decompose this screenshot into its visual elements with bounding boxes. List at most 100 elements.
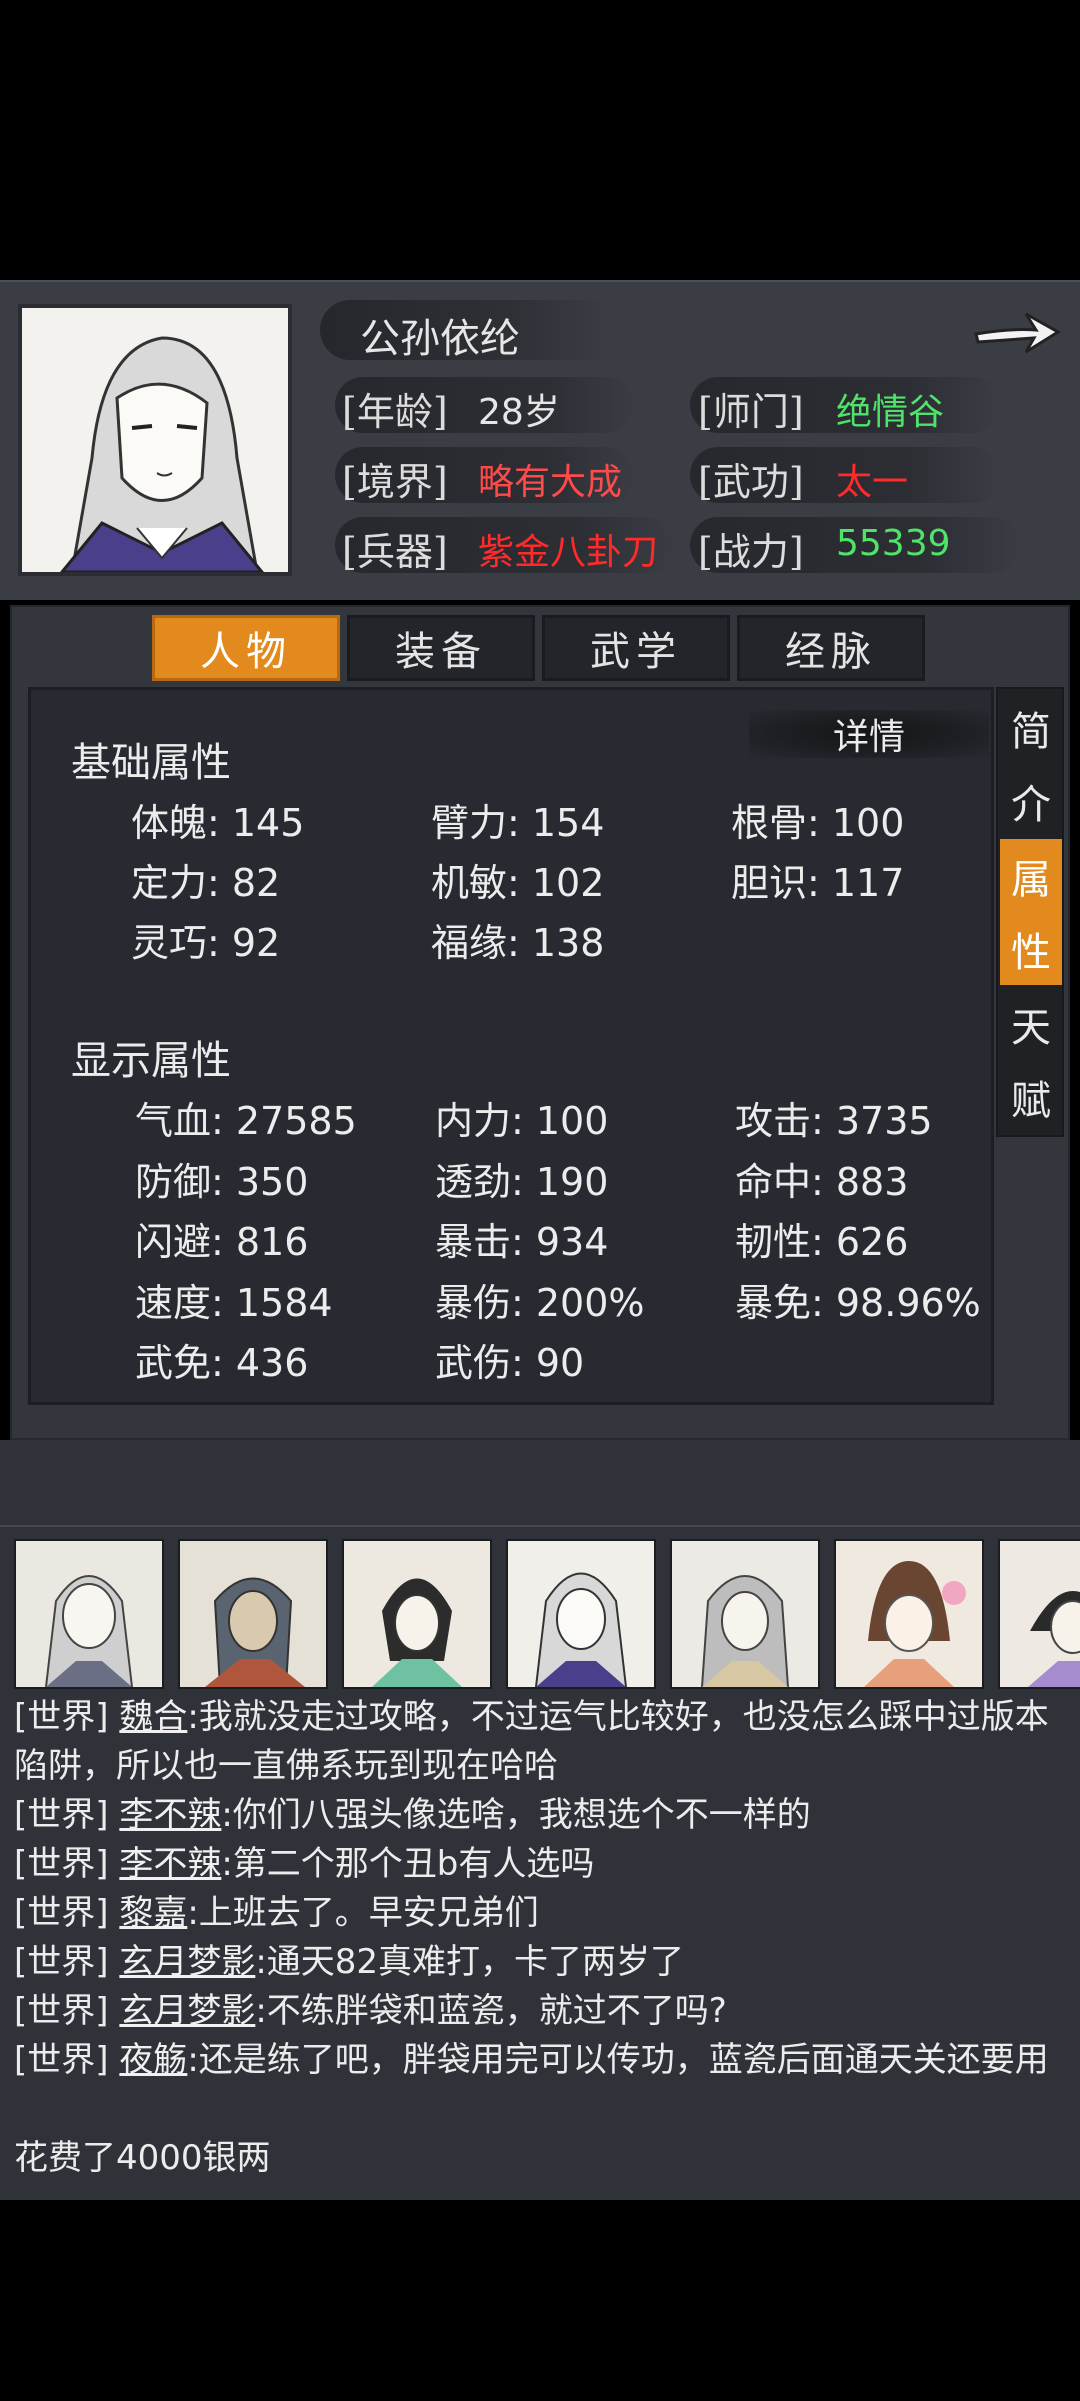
stat-baomian: 暴免: 98.96% <box>735 1281 981 1325</box>
chat-sender[interactable]: 李不辣 <box>119 1795 221 1835</box>
stat-lingqiao: 灵巧: 92 <box>131 921 281 965</box>
detail-button[interactable]: 详情 <box>749 710 989 758</box>
chat-sender[interactable]: 夜觞 <box>119 2040 187 2080</box>
martial-value[interactable]: 太一 <box>836 453 908 505</box>
stat-fuyuan: 福缘: 138 <box>431 921 605 965</box>
chat-message: [世界] 李不辣:第二个那个丑b有人选吗 <box>14 1840 1064 1889</box>
power-value: 55339 <box>836 523 951 564</box>
chat-panel: [世界] 魏合:我就没走过攻略，不过运气比较好，也没怎么踩中过版本陷阱，所以也一… <box>0 1525 1080 2202</box>
avatar-2[interactable] <box>178 1539 328 1689</box>
spacer-band <box>0 1440 1080 1525</box>
side-tab-talent-char1: 天 <box>1011 1004 1051 1051</box>
stat-jimin: 机敏: 102 <box>431 861 605 905</box>
character-portrait[interactable] <box>18 304 292 576</box>
chat-text: :上班去了。早安兄弟们 <box>187 1893 539 1933</box>
chat-text: :你们八强头像选啥，我想选个不一样的 <box>221 1795 811 1835</box>
arrow-right-icon <box>974 312 1061 354</box>
bottom-bar <box>0 2200 1080 2401</box>
side-tab-talent[interactable]: 天 赋 <box>1000 987 1062 1133</box>
side-tab-attributes-char1: 属 <box>1011 856 1051 903</box>
next-arrow-button[interactable] <box>970 302 1062 362</box>
stat-baoshang: 暴伤: 200% <box>435 1281 645 1325</box>
side-tab-attributes[interactable]: 属 性 <box>1000 839 1062 985</box>
chat-channel: [世界] <box>14 1795 109 1835</box>
stat-bili: 臂力: 154 <box>431 801 605 845</box>
chat-sender[interactable]: 黎嘉 <box>119 1893 187 1933</box>
character-header: 公孙依纶 [年龄] 28岁 [境界] 略有大成 [兵器] 紫金八卦刀 [师门] … <box>0 280 1080 600</box>
chat-text: :通天82真难打，卡了两岁了 <box>255 1942 685 1982</box>
avatar-7[interactable] <box>998 1539 1080 1689</box>
attribute-content: 详情 基础属性 体魄: 145 臂力: 154 根骨: 100 定力: 82 机… <box>28 687 994 1405</box>
stat-wumian: 武免: 436 <box>135 1341 309 1385</box>
chat-text: 花费了4000银两 <box>14 2138 271 2178</box>
stat-renxing: 韧性: 626 <box>735 1220 909 1264</box>
portrait-image <box>22 308 288 572</box>
tab-meridians[interactable]: 经脉 <box>737 615 925 681</box>
avatar-portrait <box>344 1541 490 1687</box>
chat-text: :还是练了吧，胖袋用完可以传功，蓝瓷后面通天关还要用 <box>187 2040 1049 2080</box>
avatar-portrait <box>836 1541 982 1687</box>
avatar-portrait <box>1000 1541 1080 1687</box>
age-value: 28岁 <box>478 392 560 433</box>
stat-mingzhong: 命中: 883 <box>735 1160 909 1204</box>
chat-channel: [世界] <box>14 1991 109 2031</box>
chat-message: [世界] 黎嘉:上班去了。早安兄弟们 <box>14 1889 1064 1938</box>
stat-neili: 内力: 100 <box>435 1099 609 1143</box>
attribute-panel: 人物 装备 武学 经脉 详情 基础属性 体魄: 145 臂力: 154 根骨: … <box>10 605 1070 1440</box>
sect-value: 绝情谷 <box>836 392 945 433</box>
avatar-6[interactable] <box>834 1539 984 1689</box>
weapon-value[interactable]: 紫金八卦刀 <box>478 523 658 575</box>
weapon-label: [兵器] <box>342 530 448 574</box>
chat-channel: [世界] <box>14 1844 109 1884</box>
chat-sender[interactable]: 玄月梦影 <box>119 1942 255 1982</box>
stat-shanbi: 闪避: 816 <box>135 1220 309 1264</box>
stat-tipo: 体魄: 145 <box>131 801 305 845</box>
chat-sender[interactable]: 李不辣 <box>119 1844 221 1884</box>
avatar-5[interactable] <box>670 1539 820 1689</box>
character-name: 公孙依纶 <box>360 316 520 362</box>
chat-message: [世界] 夜觞:还是练了吧，胖袋用完可以传功，蓝瓷后面通天关还要用 <box>14 2036 1064 2085</box>
chat-channel: [世界] <box>14 1697 109 1737</box>
avatar-portrait <box>16 1541 162 1687</box>
tab-character[interactable]: 人物 <box>152 615 340 681</box>
age-label: [年龄] <box>342 390 448 434</box>
display-attributes-title: 显示属性 <box>71 1038 231 1084</box>
stat-gengu: 根骨: 100 <box>731 801 905 845</box>
chat-channel: [世界] <box>14 1942 109 1982</box>
stat-toujin: 透劲: 190 <box>435 1160 609 1204</box>
side-tab-intro[interactable]: 简 介 <box>1000 691 1062 837</box>
chat-sender[interactable]: 玄月梦影 <box>119 1991 255 2031</box>
chat-sender[interactable]: 魏合 <box>119 1697 187 1737</box>
power-label: [战力] <box>698 530 804 574</box>
chat-channel: [世界] <box>14 2040 109 2080</box>
chat-system-message: 花费了4000银两 <box>14 2134 1064 2183</box>
martial-label: [武功] <box>698 460 804 504</box>
side-tab-intro-char2: 介 <box>1011 781 1051 828</box>
chat-message: [世界] 李不辣:你们八强头像选啥，我想选个不一样的 <box>14 1791 1064 1840</box>
chat-message: [世界] 玄月梦影:通天82真难打，卡了两岁了 <box>14 1938 1064 1987</box>
tab-martial-arts[interactable]: 武学 <box>542 615 730 681</box>
stat-baoji: 暴击: 934 <box>435 1220 609 1264</box>
chat-channel: [世界] <box>14 1893 109 1933</box>
realm-value: 略有大成 <box>478 462 623 503</box>
stat-gongji: 攻击: 3735 <box>735 1099 933 1143</box>
chat-text: :第二个那个丑b有人选吗 <box>221 1844 595 1884</box>
stat-fangyu: 防御: 350 <box>135 1160 309 1204</box>
avatar-portrait <box>180 1541 326 1687</box>
stat-wushang: 武伤: 90 <box>435 1341 585 1385</box>
base-attributes-title: 基础属性 <box>71 740 231 786</box>
avatar-strip <box>14 1539 1080 1689</box>
chat-message: [世界] 魏合:我就没走过攻略，不过运气比较好，也没怎么踩中过版本陷阱，所以也一… <box>14 1693 1064 1791</box>
chat-message: [世界] 玄月梦影:不练胖袋和蓝瓷，就过不了吗? <box>14 1987 1064 2036</box>
avatar-1[interactable] <box>14 1539 164 1689</box>
stat-qixue: 气血: 27585 <box>135 1099 357 1143</box>
tab-equipment[interactable]: 装备 <box>347 615 535 681</box>
side-tabs: 简 介 属 性 天 赋 <box>996 687 1064 1137</box>
realm-label: [境界] <box>342 460 448 504</box>
sect-label: [师门] <box>698 390 804 434</box>
avatar-3[interactable] <box>342 1539 492 1689</box>
stat-dingli: 定力: 82 <box>131 861 281 905</box>
side-tab-intro-char1: 简 <box>1011 708 1051 755</box>
side-tab-talent-char2: 赋 <box>1011 1077 1051 1124</box>
avatar-4[interactable] <box>506 1539 656 1689</box>
